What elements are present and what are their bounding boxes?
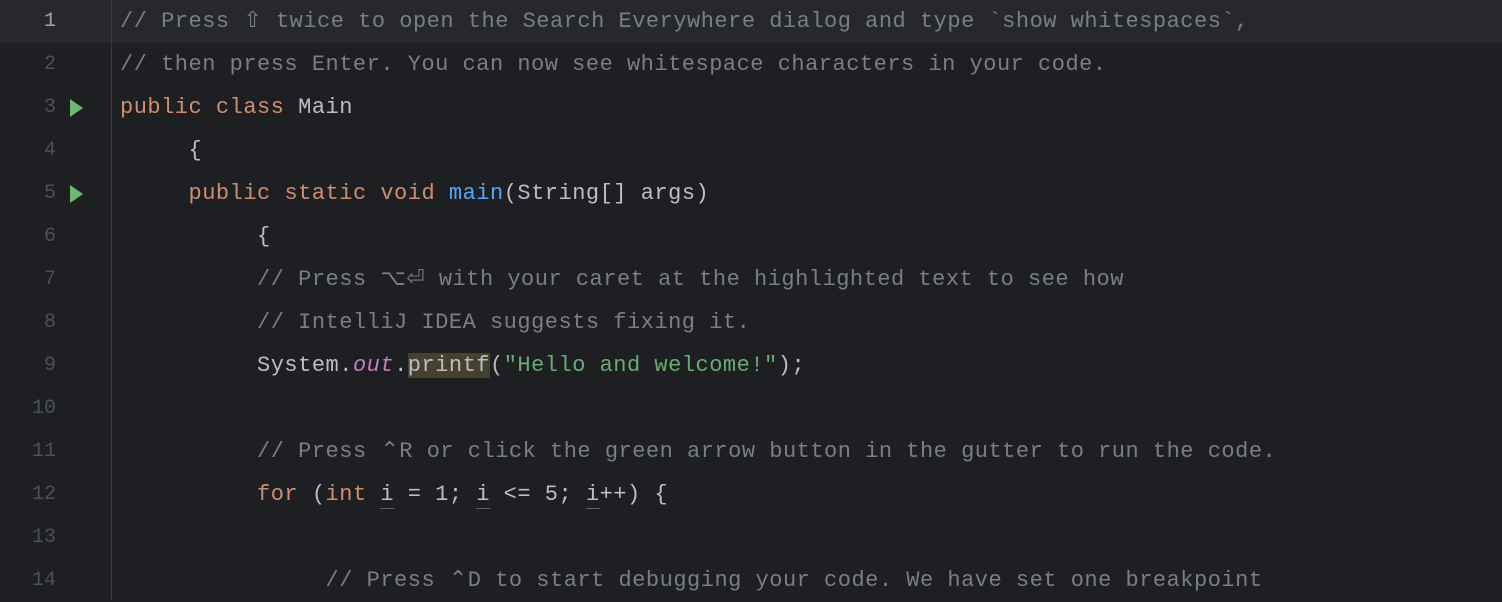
code-line[interactable]: System.out.printf("Hello and welcome!");	[112, 344, 1502, 387]
code-line[interactable]: // Press ⌥⏎ with your caret at the highl…	[112, 258, 1502, 301]
line-number: 6	[0, 215, 62, 258]
code-token: .	[394, 353, 408, 378]
gutter-row[interactable]: 5	[0, 172, 111, 215]
gutter-row[interactable]: 12	[0, 473, 111, 516]
editor-gutter[interactable]: 1234567891011121314	[0, 0, 112, 600]
code-token: )	[696, 181, 710, 206]
code-token: out	[353, 353, 394, 378]
code-token: )	[778, 353, 792, 378]
gutter-row[interactable]: 2	[0, 43, 111, 86]
code-token: // Press ⌃R or click the green arrow but…	[257, 439, 1276, 464]
code-token: 1	[435, 482, 449, 507]
code-token: =	[394, 482, 435, 507]
code-line[interactable]: public static void main(String[] args)	[112, 172, 1502, 215]
run-icon[interactable]	[70, 99, 83, 117]
line-number: 10	[0, 387, 62, 430]
code-token: System	[257, 353, 339, 378]
code-line[interactable]: // Press ⌃D to start debugging your code…	[112, 559, 1502, 602]
code-token: <=	[490, 482, 545, 507]
line-number: 1	[0, 0, 62, 43]
code-token: "Hello and welcome!"	[504, 353, 778, 378]
code-token: ;	[791, 353, 805, 378]
code-token	[271, 181, 285, 206]
code-line[interactable]: // IntelliJ IDEA suggests fixing it.	[112, 301, 1502, 344]
editor-code-area[interactable]: // Press ⇧ twice to open the Search Ever…	[112, 0, 1502, 600]
code-token: ) {	[627, 482, 668, 507]
code-line[interactable]	[112, 516, 1502, 559]
code-token: .	[339, 353, 353, 378]
code-token: int	[326, 482, 367, 507]
line-number: 8	[0, 301, 62, 344]
gutter-row[interactable]: 13	[0, 516, 111, 559]
gutter-row[interactable]: 9	[0, 344, 111, 387]
gutter-row[interactable]: 3	[0, 86, 111, 129]
code-token: // Press ⇧ twice to open the Search Ever…	[120, 9, 1249, 34]
code-token: for	[257, 482, 298, 507]
code-token	[367, 482, 381, 507]
line-number: 4	[0, 129, 62, 172]
code-token	[435, 181, 449, 206]
gutter-row[interactable]: 14	[0, 559, 111, 602]
line-number: 7	[0, 258, 62, 301]
run-icon[interactable]	[70, 185, 83, 203]
code-token: public	[120, 95, 202, 120]
line-number: 5	[0, 172, 62, 215]
gutter-row[interactable]: 6	[0, 215, 111, 258]
code-token: Main	[298, 95, 353, 120]
code-token: {	[257, 224, 271, 249]
gutter-row[interactable]: 10	[0, 387, 111, 430]
code-line[interactable]: for (int i = 1; i <= 5; i++) {	[112, 473, 1502, 516]
code-token: static	[284, 181, 366, 206]
code-line[interactable]	[112, 387, 1502, 430]
code-token: class	[216, 95, 285, 120]
gutter-row[interactable]: 8	[0, 301, 111, 344]
code-token	[367, 181, 381, 206]
code-token: public	[189, 181, 271, 206]
code-token: ;	[559, 482, 586, 507]
code-line[interactable]: // Press ⇧ twice to open the Search Ever…	[112, 0, 1502, 43]
code-line[interactable]: {	[112, 215, 1502, 258]
line-number: 11	[0, 430, 62, 473]
line-number: 13	[0, 516, 62, 559]
code-token: main	[449, 181, 504, 206]
code-token: // Press ⌃D to start debugging your code…	[326, 568, 1263, 593]
code-token: {	[189, 138, 203, 163]
code-token: // then press Enter. You can now see whi…	[120, 52, 1107, 77]
code-line[interactable]: // Press ⌃R or click the green arrow but…	[112, 430, 1502, 473]
code-token: String[] args	[517, 181, 695, 206]
code-token	[284, 95, 298, 120]
code-token: (	[490, 353, 504, 378]
line-number: 14	[0, 559, 62, 602]
code-line[interactable]: public class Main	[112, 86, 1502, 129]
code-token	[202, 95, 216, 120]
line-number: 3	[0, 86, 62, 129]
code-token: // IntelliJ IDEA suggests fixing it.	[257, 310, 750, 335]
code-line[interactable]: // then press Enter. You can now see whi…	[112, 43, 1502, 86]
code-token: void	[380, 181, 435, 206]
line-number: 12	[0, 473, 62, 516]
line-number: 2	[0, 43, 62, 86]
gutter-row[interactable]: 1	[0, 0, 111, 43]
line-number: 9	[0, 344, 62, 387]
code-token: 5	[545, 482, 559, 507]
code-token: (	[504, 181, 518, 206]
gutter-row[interactable]: 11	[0, 430, 111, 473]
code-token: // Press ⌥⏎ with your caret at the highl…	[257, 267, 1124, 292]
gutter-row[interactable]: 4	[0, 129, 111, 172]
code-token: i	[586, 482, 600, 509]
code-line[interactable]: {	[112, 129, 1502, 172]
code-token: printf	[408, 353, 490, 378]
code-token: ;	[449, 482, 476, 507]
code-token: i	[476, 482, 490, 509]
code-token: (	[298, 482, 325, 507]
code-token: i	[380, 482, 394, 509]
gutter-row[interactable]: 7	[0, 258, 111, 301]
code-token: ++	[600, 482, 627, 507]
